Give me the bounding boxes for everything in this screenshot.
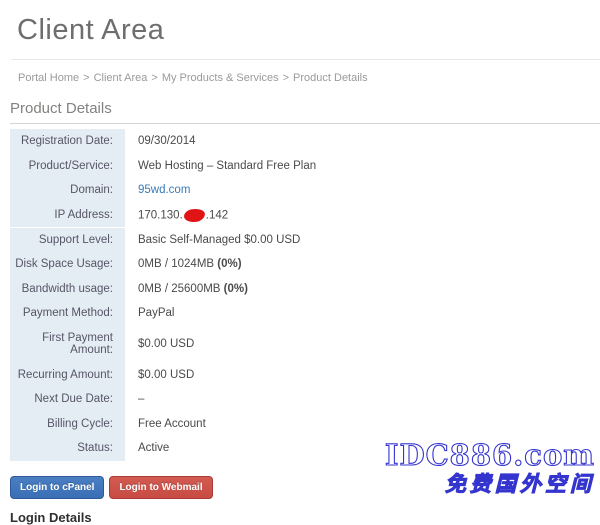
row-value: Web Hosting – Standard Free Plan (125, 154, 316, 179)
breadcrumb-item[interactable]: My Products & Services (162, 72, 279, 84)
table-row: Recurring Amount:$0.00 USD (10, 363, 600, 388)
row-label: Payment Method: (10, 301, 125, 326)
table-row: IP Address:170.130..142 (10, 203, 600, 228)
table-row: Next Due Date:– (10, 387, 600, 412)
row-label: Next Due Date: (10, 387, 125, 412)
breadcrumb-item[interactable]: Client Area (94, 72, 148, 84)
table-row: Billing Cycle:Free Account (10, 412, 600, 437)
page-title: Client Area (17, 14, 600, 47)
row-label: Billing Cycle: (10, 412, 125, 437)
product-table: Registration Date:09/30/2014Product/Serv… (10, 129, 600, 461)
breadcrumb-separator: > (283, 72, 289, 84)
row-value: 09/30/2014 (125, 129, 196, 154)
row-label: IP Address: (10, 203, 125, 228)
table-row: Status:Active (10, 436, 600, 461)
usage-percent: (0%) (217, 258, 241, 270)
row-label: Disk Space Usage: (10, 252, 125, 277)
row-label: Recurring Amount: (10, 363, 125, 388)
row-label: Product/Service: (10, 154, 125, 179)
row-value: Active (125, 436, 169, 461)
table-row: Payment Method:PayPal (10, 301, 600, 326)
row-label: Status: (10, 436, 125, 461)
breadcrumb: Portal Home>Client Area>My Products & Se… (18, 72, 600, 84)
row-label: First Payment Amount: (10, 326, 125, 363)
row-value: – (125, 387, 144, 412)
ip-redaction-blob (183, 207, 205, 222)
breadcrumb-item: Product Details (293, 72, 368, 84)
row-value: Basic Self-Managed $0.00 USD (125, 228, 300, 253)
row-value: 0MB / 1024MB (0%) (125, 252, 242, 277)
row-label: Support Level: (10, 228, 125, 253)
button-bar: Login to cPanel Login to Webmail (10, 476, 600, 499)
row-label: Registration Date: (10, 129, 125, 154)
row-value: $0.00 USD (125, 363, 194, 388)
row-value: $0.00 USD (125, 332, 194, 357)
table-row: Bandwidth usage:0MB / 25600MB (0%) (10, 277, 600, 302)
row-label: Domain: (10, 178, 125, 203)
usage-percent: (0%) (224, 283, 248, 295)
table-row: Product/Service:Web Hosting – Standard F… (10, 154, 600, 179)
row-value: 170.130..142 (125, 203, 228, 228)
breadcrumb-separator: > (151, 72, 157, 84)
section-title-product-details: Product Details (10, 100, 600, 124)
row-value: 95wd.com (125, 178, 190, 203)
row-value: 0MB / 25600MB (0%) (125, 277, 248, 302)
header-divider (12, 59, 600, 60)
section-title-login-details: Login Details (10, 510, 600, 525)
table-row: Registration Date:09/30/2014 (10, 129, 600, 154)
row-value: PayPal (125, 301, 174, 326)
row-value: Free Account (125, 412, 206, 437)
row-label: Bandwidth usage: (10, 277, 125, 302)
table-row: Support Level:Basic Self-Managed $0.00 U… (10, 228, 600, 253)
login-to-cpanel-button[interactable]: Login to cPanel (10, 476, 104, 499)
breadcrumb-item[interactable]: Portal Home (18, 72, 79, 84)
breadcrumb-separator: > (83, 72, 89, 84)
table-row: Domain: 95wd.com (10, 178, 600, 203)
login-to-webmail-button[interactable]: Login to Webmail (109, 476, 212, 499)
table-row: First Payment Amount:$0.00 USD (10, 326, 600, 363)
domain-link[interactable]: 95wd.com (138, 184, 190, 196)
table-row: Disk Space Usage:0MB / 1024MB (0%) (10, 252, 600, 277)
